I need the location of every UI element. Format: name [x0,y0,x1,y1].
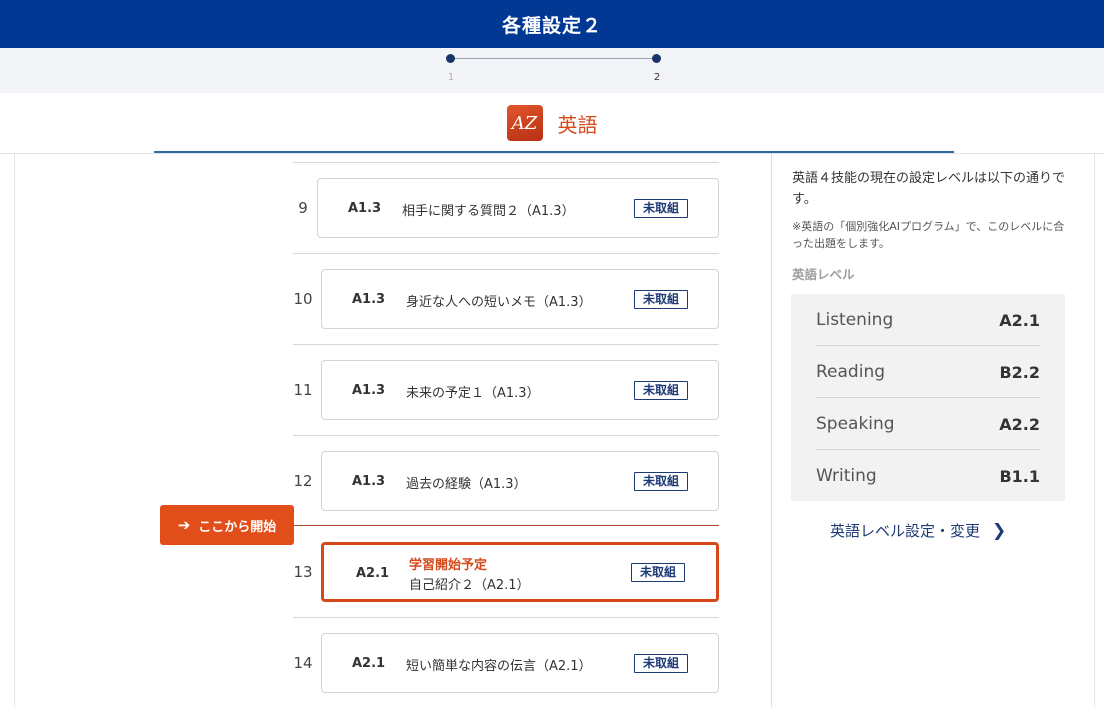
unit-level: A2.1 [356,566,390,581]
subject-tab-underline [154,151,954,153]
unit-card[interactable]: A1.3 身近な人への短いメモ（A1.3） 未取組 [321,269,719,329]
step-progress-line [451,58,657,59]
subject-divider [0,153,1104,154]
unit-title: 相手に関する質問２（A1.3） [402,204,575,219]
row-separator [293,435,719,436]
unit-card[interactable]: A1.3 相手に関する質問２（A1.3） 未取組 [317,178,719,238]
start-marker-line [293,525,719,526]
english-level-label: 英語レベル [792,267,855,282]
unit-level: A2.1 [352,656,386,671]
unit-card-current[interactable]: A2.1 学習開始予定 自己紹介２（A2.1） 未取組 [321,542,719,602]
skill-level: B1.1 [999,466,1040,486]
unit-title: 自己紹介２（A2.1） [409,578,530,593]
step-label-2: 2 [653,72,661,83]
skill-row-speaking: Speaking A2.2 [816,398,1040,450]
subject-name: 英語 [557,112,598,137]
subject-header: AZ 英語 [0,93,1104,153]
skill-level: A2.1 [999,310,1040,330]
unit-level: A1.3 [352,383,386,398]
unit-level: A1.3 [352,474,386,489]
skill-name: Reading [816,362,886,382]
row-separator [293,162,719,163]
step-indicator: 1 2 [0,48,1104,93]
status-badge: 未取組 [634,381,688,400]
settings-page: 各種設定２ 1 2 AZ 英語 9 A1.3 相手に関する質問２（A1.3） 未… [0,0,1104,707]
level-settings-label: 英語レベル設定・変更 [830,522,981,540]
chevron-right-icon: ❯ [992,520,1007,541]
level-note: ※英語の「個別強化AIプログラム」で、このレベルに合った出題をします。 [792,220,1065,250]
unit-card[interactable]: A1.3 未来の予定１（A1.3） 未取組 [321,360,719,420]
unit-title: 未来の予定１（A1.3） [406,386,540,401]
row-separator [293,253,719,254]
a-to-z-logo-icon: AZ [506,105,543,141]
unit-number: 12 [293,472,313,490]
study-start-plan-label: 学習開始予定 [409,558,488,573]
level-settings-link[interactable]: 英語レベル設定・変更 ❯ [830,520,1006,541]
unit-card[interactable]: A2.1 短い簡単な内容の伝言（A2.1） 未取組 [321,633,719,693]
start-here-button[interactable]: ➔ ここから開始 [160,505,294,545]
start-here-label: ここから開始 [198,519,277,535]
status-badge: 未取組 [634,472,688,491]
level-description: 英語４技能の現在の設定レベルは以下の通りです。 [792,171,1066,207]
step-dot-2[interactable] [652,54,661,63]
content-left-border [14,154,15,707]
content-right-border [1094,154,1095,707]
page-header: 各種設定２ [0,0,1104,48]
unit-number: 9 [298,199,308,217]
page-title: 各種設定２ [501,14,602,37]
row-separator [293,617,719,618]
unit-title: 過去の経験（A1.3） [406,477,527,492]
unit-number: 11 [293,381,313,399]
skill-level: B2.2 [999,362,1040,382]
unit-number: 10 [293,290,313,308]
step-dot-1[interactable] [446,54,455,63]
status-badge: 未取組 [631,563,685,582]
skill-name: Listening [816,310,894,330]
step-label-1: 1 [447,72,455,83]
unit-number: 14 [293,654,313,672]
status-badge: 未取組 [634,199,688,218]
status-badge: 未取組 [634,654,688,673]
unit-number: 13 [293,563,313,581]
skill-level: A2.2 [999,414,1040,434]
unit-card[interactable]: A1.3 過去の経験（A1.3） 未取組 [321,451,719,511]
side-panel-border [771,154,772,707]
unit-title: 身近な人への短いメモ（A1.3） [406,295,592,310]
skill-row-listening: Listening A2.1 [816,294,1040,346]
skill-name: Writing [816,466,877,486]
unit-level: A1.3 [352,292,386,307]
row-separator [293,344,719,345]
skill-name: Speaking [816,414,895,434]
unit-title: 短い簡単な内容の伝言（A2.1） [406,659,592,674]
skill-row-reading: Reading B2.2 [816,346,1040,398]
skill-level-box: Listening A2.1 Reading B2.2 Speaking A2.… [791,294,1065,501]
status-badge: 未取組 [634,290,688,309]
unit-level: A1.3 [348,201,382,216]
arrow-right-icon: ➔ [177,516,191,534]
skill-row-writing: Writing B1.1 [816,450,1040,502]
